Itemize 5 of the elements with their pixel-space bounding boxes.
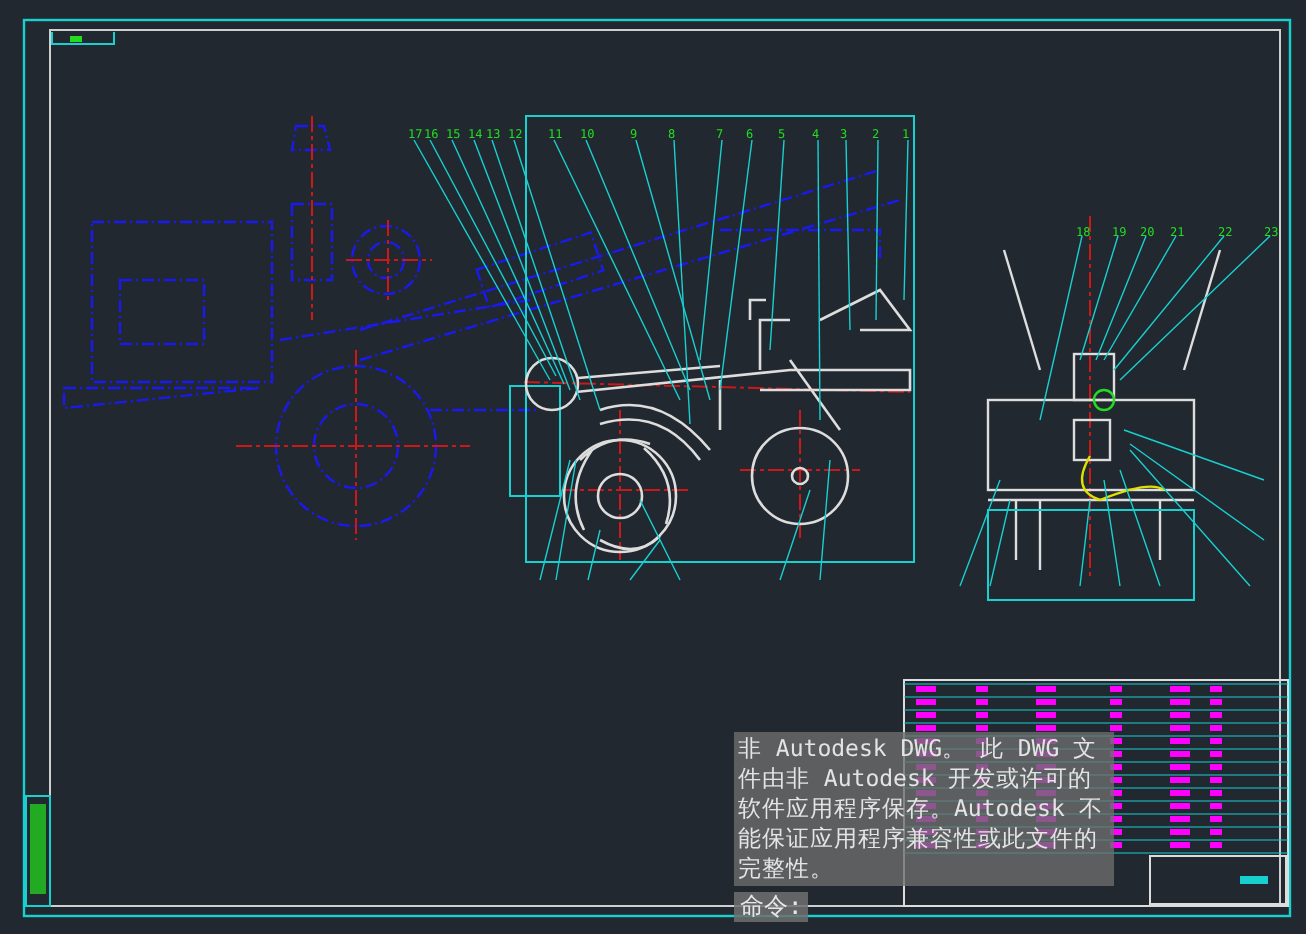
revision-strip-drawing — [25, 795, 51, 907]
command-prompt[interactable]: 命令: — [734, 892, 809, 922]
file-warning-message: 非 Autodesk DWG。 此 DWG 文件由非 Autodesk 开发或许可的软件应用程序保存。Autodesk 不能保证应用程序兼容性或此文件的完整性。 — [734, 732, 1114, 886]
corner-tag-drawing — [51, 31, 115, 45]
mount-bracket-outline — [509, 385, 561, 497]
